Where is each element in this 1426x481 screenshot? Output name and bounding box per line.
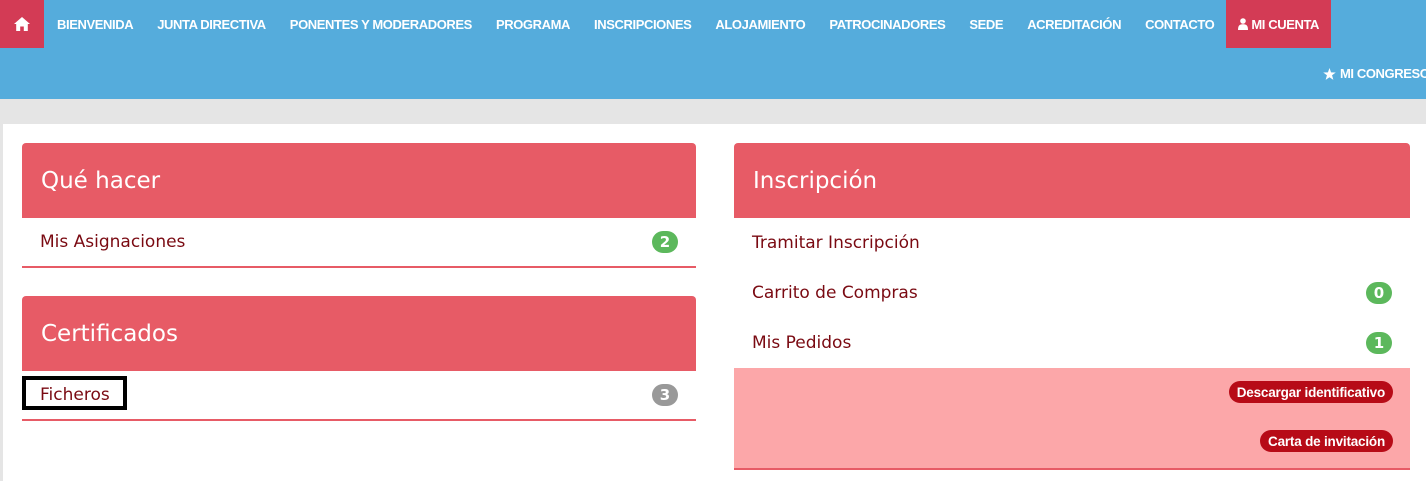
certificados-title: Certificados [22, 296, 696, 371]
count-badge: 2 [652, 231, 678, 253]
inscripcion-panel: Inscripción Tramitar Inscripción Carrito… [734, 143, 1410, 470]
my-account-label: MI CUENTA [1251, 16, 1320, 32]
nav-item-ponentes-moderadores[interactable]: PONENTES Y MODERADORES [278, 0, 484, 48]
count-badge: 0 [1366, 282, 1392, 304]
mis-asignaciones-link[interactable]: Mis Asignaciones [40, 232, 185, 252]
list-item-carrito-compras[interactable]: Carrito de Compras 0 [734, 268, 1410, 318]
certificados-panel: Certificados Ficheros 3 [22, 296, 696, 421]
que-hacer-panel: Qué hacer Mis Asignaciones 2 [22, 143, 696, 268]
list-item-mis-pedidos[interactable]: Mis Pedidos 1 [734, 318, 1410, 368]
home-button[interactable] [0, 0, 44, 48]
ficheros-link[interactable]: Ficheros [40, 385, 110, 405]
count-badge: 3 [652, 384, 678, 406]
nav-item-contacto[interactable]: CONTACTO [1133, 0, 1226, 48]
inscripcion-actions: Descargar identificativo Carta de invita… [734, 368, 1410, 470]
my-congress-label: MI CONGRESO [1340, 66, 1426, 81]
my-account-button[interactable]: MI CUENTA [1226, 0, 1332, 48]
nav-item-alojamiento[interactable]: ALOJAMIENTO [703, 0, 817, 48]
list-item-ficheros[interactable]: Ficheros 3 [22, 371, 696, 421]
nav-item-bienvenida[interactable]: BIENVENIDA [44, 0, 145, 48]
nav-item-inscripciones[interactable]: INSCRIPCIONES [582, 0, 703, 48]
count-badge: 1 [1366, 332, 1392, 354]
top-navigation: BIENVENIDA JUNTA DIRECTIVA PONENTES Y MO… [0, 0, 1426, 99]
nav-item-sede[interactable]: SEDE [957, 0, 1015, 48]
nav-item-acreditacion[interactable]: ACREDITACIÓN [1015, 0, 1133, 48]
my-congress-link[interactable]: MI CONGRESO [1323, 66, 1426, 81]
nav-item-programa[interactable]: PROGRAMA [484, 0, 582, 48]
carta-invitacion-button[interactable]: Carta de invitación [1260, 430, 1393, 452]
mis-pedidos-link[interactable]: Mis Pedidos [752, 333, 851, 353]
que-hacer-title: Qué hacer [22, 143, 696, 218]
home-icon [14, 17, 30, 31]
nav-item-junta-directiva[interactable]: JUNTA DIRECTIVA [145, 0, 278, 48]
carrito-compras-link[interactable]: Carrito de Compras [752, 283, 918, 303]
main-content: Qué hacer Mis Asignaciones 2 Certificado… [3, 124, 1426, 481]
inscripcion-title: Inscripción [734, 143, 1410, 218]
user-icon [1238, 18, 1249, 30]
descargar-identificativo-button[interactable]: Descargar identificativo [1228, 381, 1393, 403]
star-icon [1323, 67, 1336, 80]
list-item-tramitar-inscripcion[interactable]: Tramitar Inscripción [734, 218, 1410, 268]
nav-item-patrocinadores[interactable]: PATROCINADORES [817, 0, 957, 48]
tramitar-inscripcion-link[interactable]: Tramitar Inscripción [752, 233, 920, 253]
navbar: BIENVENIDA JUNTA DIRECTIVA PONENTES Y MO… [0, 0, 1332, 48]
list-item-mis-asignaciones[interactable]: Mis Asignaciones 2 [22, 218, 696, 268]
